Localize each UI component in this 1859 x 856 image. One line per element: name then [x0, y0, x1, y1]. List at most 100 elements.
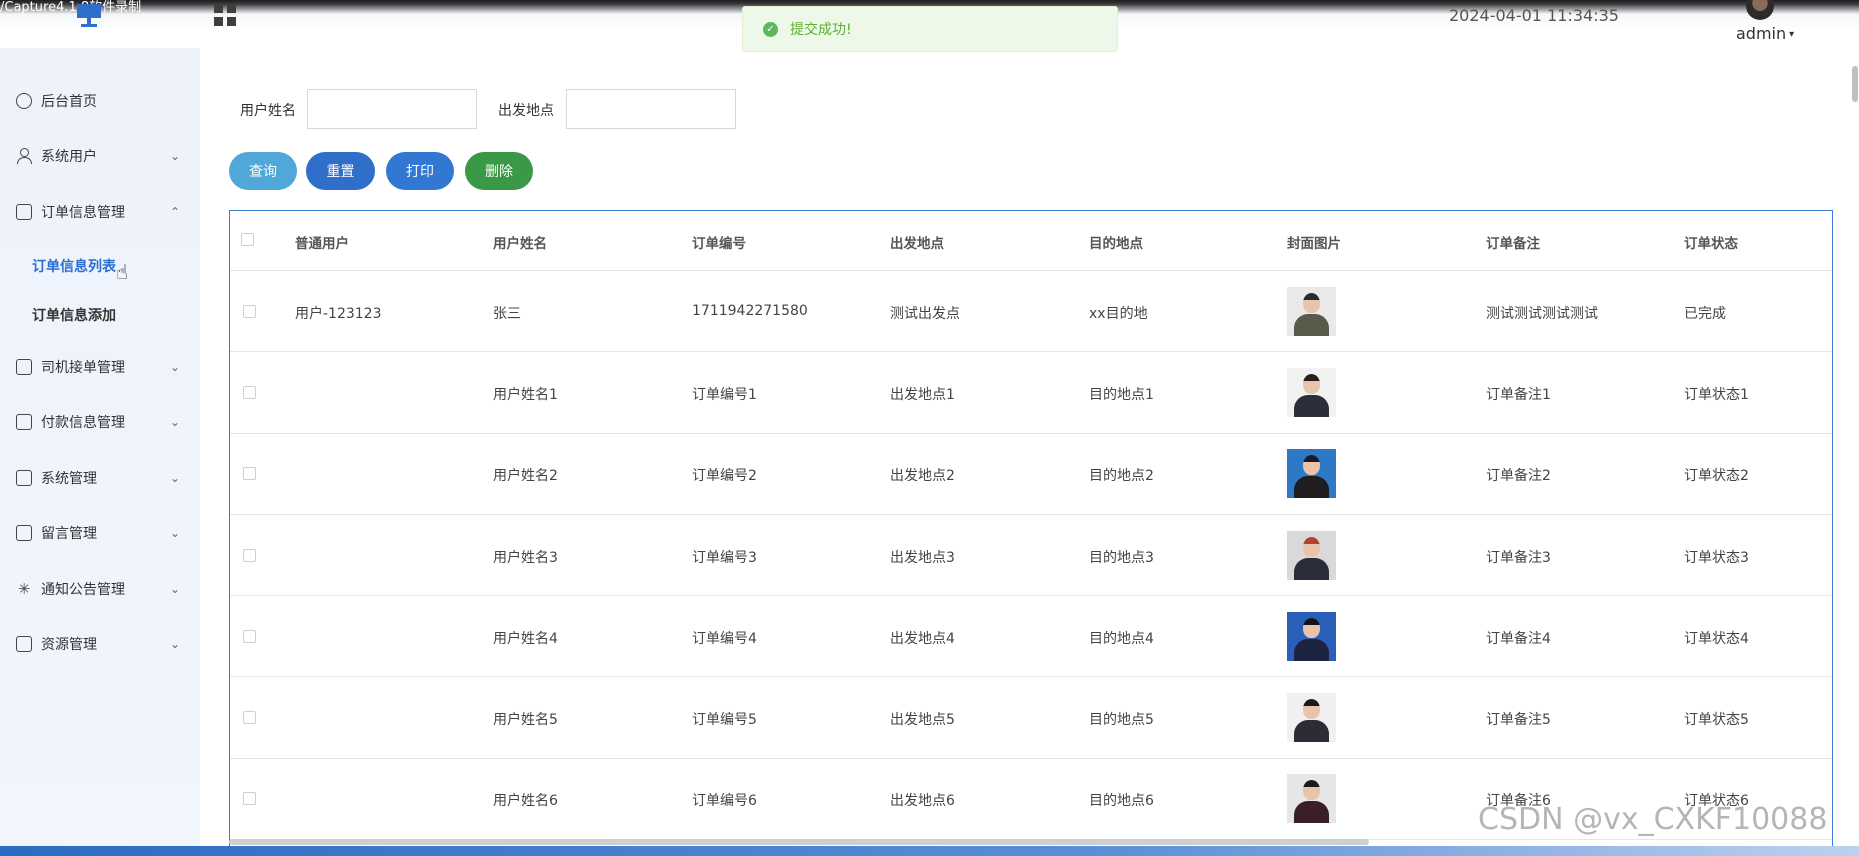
loading-icon: ✳ [17, 580, 31, 598]
print-button[interactable]: 打印 [386, 152, 454, 190]
table-row[interactable]: 用户姓名1 订单编号1 出发地点1 目的地点1 订单备注1 订单状态1 [230, 352, 1832, 434]
query-button[interactable]: 查询 [229, 152, 297, 190]
sidebar-item-home[interactable]: 后台首页 [0, 84, 200, 118]
apps-grid-icon[interactable] [214, 4, 236, 26]
taskbar-strip [0, 846, 1859, 856]
watermark: CSDN @vx_CXKF10088 [1478, 802, 1828, 837]
column-header[interactable]: 订单备注 [1486, 232, 1540, 252]
table-header: 普通用户 用户姓名 订单编号 出发地点 目的地点 封面图片 订单备注 订单状态 [230, 211, 1832, 271]
avatar[interactable] [1746, 0, 1774, 20]
name-search-label: 用户姓名 [240, 103, 296, 119]
sidebar-item-resources[interactable]: 资源管理 ⌄ [0, 627, 200, 661]
table-row[interactable]: 用户姓名3 订单编号3 出发地点3 目的地点3 订单备注3 订单状态3 [230, 515, 1832, 597]
sidebar-item-label: 系统用户 [41, 149, 97, 165]
delete-button[interactable]: 删除 [465, 152, 533, 190]
origin-search-input[interactable] [566, 89, 736, 129]
user-menu[interactable]: admin ▾ [1736, 24, 1794, 43]
sidebar-item-label: 系统管理 [41, 471, 97, 487]
table-row[interactable]: 用户姓名5 订单编号5 出发地点5 目的地点5 订单备注5 订单状态5 [230, 678, 1832, 759]
row-checkbox[interactable] [243, 304, 256, 318]
column-header[interactable]: 订单状态 [1684, 232, 1738, 252]
cover-image[interactable] [1287, 530, 1336, 580]
row-checkbox[interactable] [243, 792, 256, 806]
table-cell: 订单编号1 [692, 386, 757, 403]
table-row[interactable]: 用户姓名4 订单编号4 出发地点4 目的地点4 订单备注4 订单状态4 [230, 596, 1832, 678]
origin-search-label: 出发地点 [498, 103, 554, 119]
table-cell: 订单备注2 [1486, 468, 1551, 485]
table-cell: 订单编号4 [692, 630, 757, 647]
sidebar-subitem-order-add[interactable]: 订单信息添加 [32, 305, 116, 325]
row-checkbox[interactable] [243, 629, 256, 643]
sidebar-item-system-management[interactable]: 系统管理 ⌄ [0, 461, 200, 495]
table-cell: 已完成 [1684, 305, 1726, 322]
reset-button[interactable]: 重置 [306, 152, 375, 190]
row-checkbox[interactable] [243, 548, 256, 562]
sidebar-item-messages[interactable]: 留言管理 ⌄ [0, 516, 200, 550]
table-cell: 用户-123123 [295, 305, 382, 322]
table-cell: 用户姓名2 [493, 468, 558, 485]
table-cell: 订单备注4 [1486, 630, 1551, 647]
row-checkbox[interactable] [243, 711, 256, 725]
cover-image-figure [1294, 313, 1329, 336]
cover-image[interactable] [1287, 449, 1336, 499]
cover-image[interactable] [1287, 367, 1336, 417]
sidebar-item-label: 资源管理 [41, 637, 97, 653]
cover-image-figure [1294, 557, 1329, 580]
column-header[interactable]: 封面图片 [1287, 232, 1341, 252]
sidebar-item-label: 留言管理 [41, 526, 97, 542]
table-row[interactable]: 用户-123123 张三 1711942271580 测试出发点 xx目的地 测试测试测试… [230, 271, 1832, 353]
column-header[interactable]: 订单编号 [692, 232, 746, 252]
sidebar-item-driver-orders[interactable]: 司机接单管理 ⌄ [0, 350, 200, 384]
column-header[interactable]: 用户姓名 [493, 232, 547, 252]
cover-image-figure [1294, 720, 1329, 743]
cover-image-head [1303, 536, 1320, 557]
user-name: admin [1736, 24, 1787, 43]
sidebar-item-system-users[interactable]: 系统用户 ⌄ [0, 139, 200, 173]
sidebar-item-payment[interactable]: 付款信息管理 ⌄ [0, 405, 200, 439]
column-header[interactable]: 目的地点 [1089, 232, 1143, 252]
cover-image-figure [1294, 394, 1329, 417]
cover-image[interactable] [1287, 286, 1336, 336]
table-cell: xx目的地 [1089, 305, 1148, 322]
cover-image[interactable] [1287, 693, 1336, 743]
printer-icon [16, 636, 32, 652]
row-checkbox[interactable] [243, 385, 256, 399]
cover-image-head [1303, 373, 1320, 394]
column-header[interactable]: 普通用户 [295, 232, 349, 252]
dashboard-icon [16, 93, 32, 109]
sidebar-item-order-management[interactable]: 订单信息管理 ⌃ [0, 195, 200, 229]
table-cell: 测试测试测试测试 [1486, 305, 1598, 322]
table-cell: 目的地点3 [1089, 549, 1154, 566]
table-cell: 用户姓名5 [493, 712, 558, 729]
cover-image-head [1303, 292, 1320, 313]
cover-image[interactable] [1287, 774, 1336, 824]
cover-image-head [1303, 617, 1320, 638]
table-cell: 订单编号3 [692, 549, 757, 566]
cover-image-figure [1294, 801, 1329, 824]
table-cell: 订单状态2 [1684, 468, 1749, 485]
table-cell: 出发地点6 [890, 793, 955, 810]
table-cell: 出发地点3 [890, 549, 955, 566]
table-cell: 订单状态5 [1684, 712, 1749, 729]
table-cell: 订单状态1 [1684, 386, 1749, 403]
select-all-checkbox[interactable] [241, 233, 254, 246]
row-checkbox[interactable] [243, 467, 256, 481]
caret-down-icon: ▾ [1789, 29, 1795, 40]
column-header[interactable]: 出发地点 [890, 232, 944, 252]
chevron-down-icon: ⌄ [170, 526, 181, 540]
name-search-input[interactable] [307, 89, 477, 129]
table-cell: 1711942271580 [692, 302, 808, 319]
table-cell: 目的地点4 [1089, 630, 1154, 647]
vertical-scrollbar[interactable] [1852, 66, 1858, 102]
sidebar-subitem-order-list[interactable]: 订单信息列表 [32, 256, 116, 276]
cover-image-head [1303, 699, 1320, 720]
table-cell: 出发地点2 [890, 468, 955, 485]
cover-image[interactable] [1287, 611, 1336, 661]
chevron-down-icon: ⌄ [170, 637, 181, 651]
table-cell: 目的地点6 [1089, 793, 1154, 810]
sidebar-item-notices[interactable]: ✳ 通知公告管理 ⌄ [0, 572, 200, 606]
horizontal-scrollbar[interactable] [229, 839, 1369, 845]
check-circle-icon: ✓ [763, 21, 778, 37]
cover-image-figure [1294, 638, 1329, 661]
table-row[interactable]: 用户姓名2 订单编号2 出发地点2 目的地点2 订单备注2 订单状态2 [230, 434, 1832, 515]
